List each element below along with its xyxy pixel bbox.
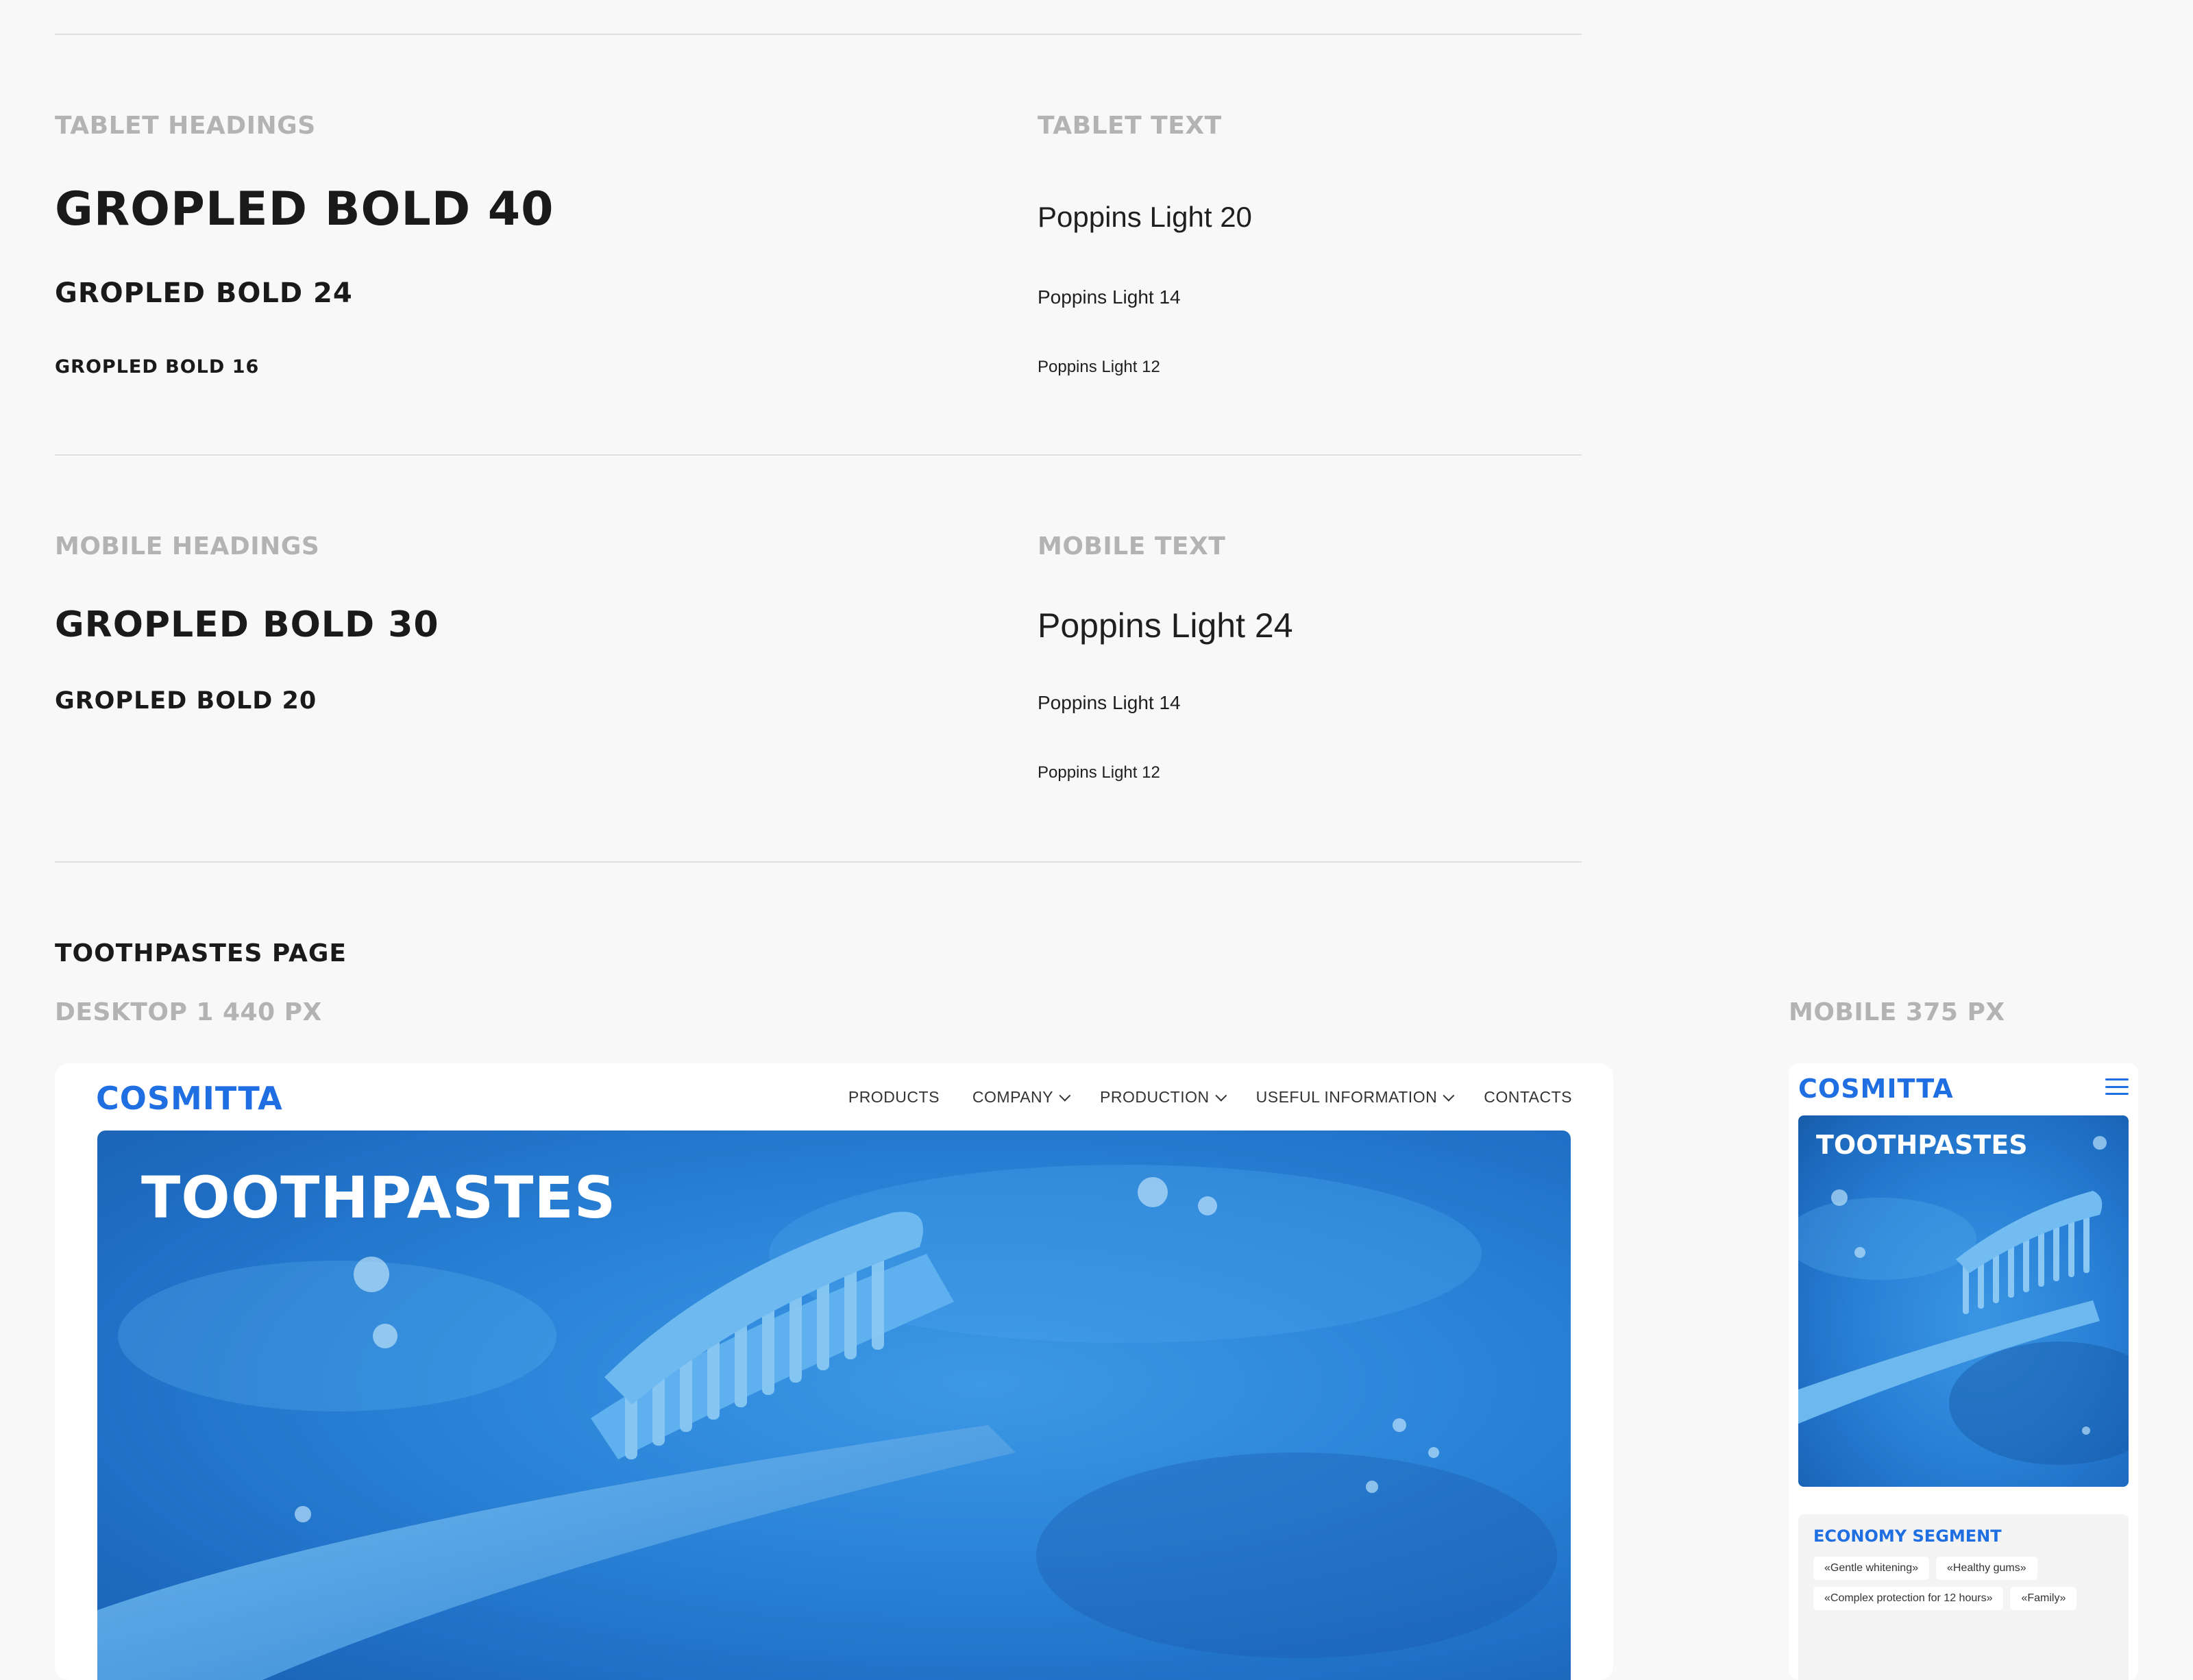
nav-label: PRODUCTION bbox=[1100, 1088, 1210, 1106]
divider-middle bbox=[55, 454, 1582, 456]
product-chips: «Gentle whitening» «Healthy gums» «Compl… bbox=[1813, 1557, 2115, 1610]
chevron-down-icon bbox=[1443, 1089, 1455, 1102]
mobile-size-label: MOBILE 375 PX bbox=[1789, 998, 2005, 1026]
nav-label: USEFUL INFORMATION bbox=[1255, 1088, 1438, 1106]
mobile-text-14: Poppins Light 14 bbox=[1038, 692, 1181, 713]
chip-complex-protection[interactable]: «Complex protection for 12 hours» bbox=[1813, 1587, 2004, 1610]
nav-production[interactable]: PRODUCTION bbox=[1100, 1088, 1227, 1107]
mobile-headings-label: MOBILE HEADINGS bbox=[55, 532, 320, 560]
nav-contacts[interactable]: CONTACTS bbox=[1484, 1088, 1572, 1107]
mobile-heading-20: GROPLED BOLD 20 bbox=[55, 687, 317, 715]
mobile-text-12: Poppins Light 12 bbox=[1038, 763, 1160, 782]
desktop-mockup: COSMITTA PRODUCTS COMPANY PRODUCTION USE… bbox=[55, 1063, 1613, 1680]
mobile-hero-image: TOOTHPASTES bbox=[1798, 1115, 2129, 1487]
chevron-down-icon bbox=[1214, 1089, 1227, 1102]
desktop-nav: PRODUCTS COMPANY PRODUCTION USEFUL INFOR… bbox=[848, 1088, 1572, 1107]
desktop-logo[interactable]: COSMITTA bbox=[96, 1083, 283, 1114]
tablet-text-20: Poppins Light 20 bbox=[1038, 201, 1252, 233]
tablet-headings-label: TABLET HEADINGS bbox=[55, 112, 316, 140]
nav-company[interactable]: COMPANY bbox=[972, 1088, 1071, 1107]
desktop-hero-image: TOOTHPASTES bbox=[97, 1131, 1571, 1680]
mobile-text-24: Poppins Light 24 bbox=[1038, 606, 1293, 645]
nav-products[interactable]: PRODUCTS bbox=[848, 1088, 940, 1107]
mobile-hero-title: TOOTHPASTES bbox=[1816, 1130, 2028, 1160]
chip-gentle-whitening[interactable]: «Gentle whitening» bbox=[1813, 1557, 1929, 1580]
chevron-down-icon bbox=[1059, 1089, 1071, 1102]
hamburger-menu-icon[interactable] bbox=[2105, 1078, 2129, 1095]
mobile-logo[interactable]: COSMITTA bbox=[1798, 1076, 1954, 1102]
toothbrush-illustration bbox=[1798, 1136, 2129, 1465]
tablet-text-14: Poppins Light 14 bbox=[1038, 286, 1181, 308]
nav-label: CONTACTS bbox=[1484, 1088, 1572, 1106]
chip-healthy-gums[interactable]: «Healthy gums» bbox=[1935, 1557, 2037, 1580]
mobile-mockup: COSMITTA TOOTHPASTES ECONOMY SEGMENT «Ge… bbox=[1789, 1063, 2138, 1680]
desktop-size-label: DESKTOP 1 440 PX bbox=[55, 998, 322, 1026]
tablet-heading-16: GROPLED BOLD 16 bbox=[55, 356, 260, 378]
divider-top bbox=[55, 34, 1582, 35]
tablet-text-label: TABLET TEXT bbox=[1038, 112, 1222, 140]
nav-useful-information[interactable]: USEFUL INFORMATION bbox=[1255, 1088, 1455, 1107]
mobile-text-label: MOBILE TEXT bbox=[1038, 532, 1226, 560]
tablet-text-12: Poppins Light 12 bbox=[1038, 358, 1160, 376]
chip-family[interactable]: «Family» bbox=[2010, 1587, 2077, 1610]
divider-bottom bbox=[55, 861, 1582, 863]
tablet-heading-40: GROPLED BOLD 40 bbox=[55, 182, 554, 236]
economy-segment-title: ECONOMY SEGMENT bbox=[1813, 1527, 2002, 1546]
nav-label: PRODUCTS bbox=[848, 1088, 940, 1106]
desktop-hero-title: TOOTHPASTES bbox=[141, 1164, 617, 1231]
toothpastes-page-title: TOOTHPASTES PAGE bbox=[55, 939, 347, 967]
tablet-heading-24: GROPLED BOLD 24 bbox=[55, 277, 353, 309]
economy-segment-card: ECONOMY SEGMENT «Gentle whitening» «Heal… bbox=[1798, 1514, 2129, 1680]
mobile-heading-30: GROPLED BOLD 30 bbox=[55, 604, 439, 645]
nav-label: COMPANY bbox=[972, 1088, 1054, 1106]
